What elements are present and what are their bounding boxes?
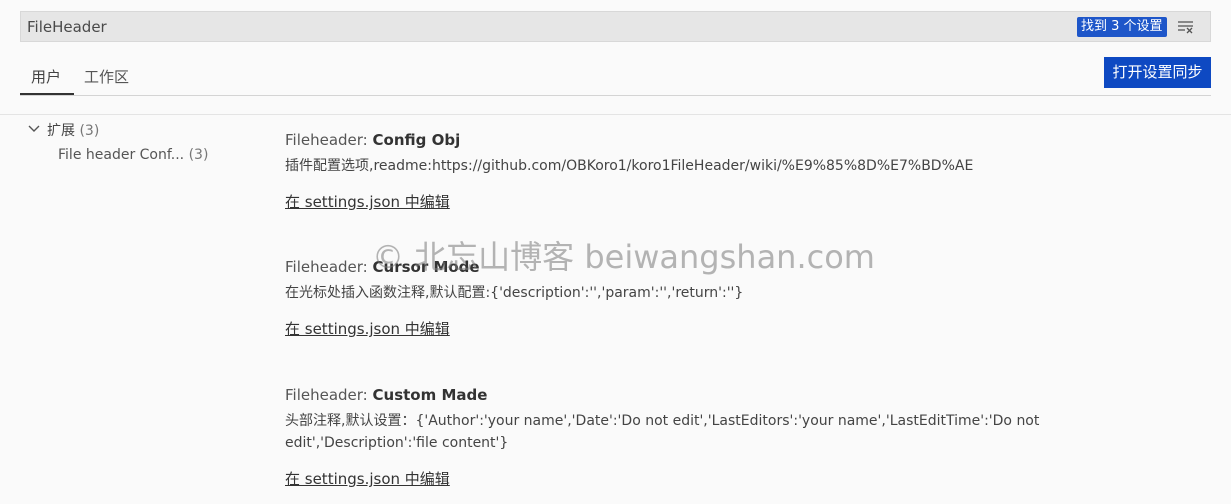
setting-category: Fileheader:	[285, 386, 373, 404]
edit-in-settings-json-link[interactable]: 在 settings.json 中编辑	[285, 468, 450, 489]
turn-on-settings-sync-button[interactable]: 打开设置同步	[1104, 57, 1211, 88]
setting-description: 插件配置选项,readme:https://github.com/OBKoro1…	[285, 158, 974, 174]
setting-custom-made: Fileheader: Custom Made 头部注释,默认设置：{'Auth…	[285, 386, 1085, 489]
tab-workspace[interactable]: 工作区	[84, 66, 129, 87]
search-bar: 找到 3 个设置	[20, 11, 1211, 42]
edit-in-settings-json-link[interactable]: 在 settings.json 中编辑	[285, 318, 450, 339]
setting-name: Custom Made	[372, 386, 488, 404]
setting-cursor-mode: Fileheader: Cursor Mode 在光标处插入函数注释,默认配置:…	[285, 258, 1085, 339]
tree-item-label: File header Conf...	[58, 147, 185, 163]
search-input[interactable]	[27, 16, 1067, 38]
setting-title: Fileheader: Config Obj	[285, 131, 1085, 149]
tabs-divider	[20, 95, 1211, 96]
setting-category: Fileheader:	[285, 131, 373, 149]
setting-title: Fileheader: Custom Made	[285, 386, 1085, 404]
setting-title: Fileheader: Cursor Mode	[285, 258, 1085, 276]
results-count-badge: 找到 3 个设置	[1077, 17, 1167, 37]
tree-group-label: 扩展	[47, 123, 75, 139]
chevron-down-icon	[27, 122, 41, 136]
settings-editor: 找到 3 个设置 用户 工作区 打开设置同步 扩展 (3) Fi	[0, 0, 1231, 504]
setting-description: 头部注释,默认设置：{'Author':'your name','Date':'…	[285, 413, 1040, 451]
tree-item-file-header-config[interactable]: File header Conf... (3)	[58, 147, 208, 163]
tree-group-extensions[interactable]: 扩展 (3)	[27, 120, 99, 140]
setting-category: Fileheader:	[285, 258, 373, 276]
setting-name: Config Obj	[372, 131, 461, 149]
tab-user[interactable]: 用户	[31, 66, 61, 87]
edit-in-settings-json-link[interactable]: 在 settings.json 中编辑	[285, 191, 450, 212]
setting-description: 在光标处插入函数注释,默认配置:{'description':'','param…	[285, 285, 744, 301]
setting-config-obj: Fileheader: Config Obj 插件配置选项,readme:htt…	[285, 131, 1085, 212]
clear-filter-icon[interactable]	[1176, 17, 1196, 37]
tree-item-count: (3)	[188, 147, 209, 163]
setting-name: Cursor Mode	[372, 258, 480, 276]
tree-group-count: (3)	[79, 123, 100, 139]
content-divider	[0, 114, 1231, 115]
